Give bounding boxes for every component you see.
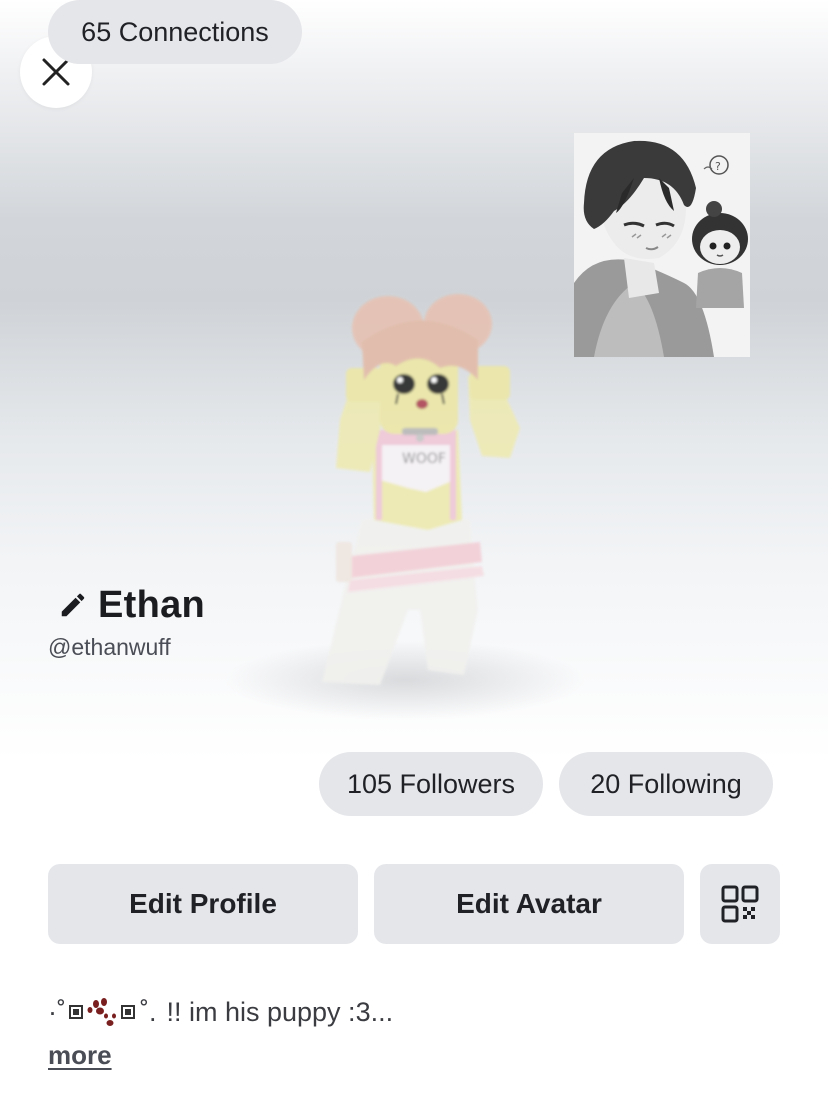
edit-avatar-button[interactable]: Edit Avatar — [374, 864, 684, 944]
bio-decoration-square-icon — [68, 1005, 83, 1019]
pencil-icon[interactable] — [58, 590, 88, 620]
avatar-shirt-text: WOOF — [402, 451, 446, 467]
followers-pill[interactable]: 105 Followers — [319, 752, 543, 816]
following-pill[interactable]: 20 Following — [559, 752, 773, 816]
bio-decoration-square-icon — [120, 1005, 135, 1019]
qr-code-button[interactable] — [700, 864, 780, 944]
profile-showcase-image: ? — [574, 133, 750, 357]
qr-code-icon — [721, 885, 759, 923]
display-name-row[interactable]: Ethan — [58, 580, 205, 630]
bio-text-row: ·˚ ˚. !! im his puppy :3... — [48, 992, 393, 1032]
edit-profile-button[interactable]: Edit Profile — [48, 864, 358, 944]
bio-suffix-decoration: ˚. — [139, 996, 157, 1027]
avatar-figure: WOOF — [322, 294, 520, 685]
bio-text: !! im his puppy :3... — [166, 996, 394, 1027]
more-link[interactable]: more — [48, 1040, 112, 1071]
bio-prefix-decoration: ·˚ — [48, 996, 66, 1027]
username: @ethanwuff — [48, 634, 171, 660]
paw-icon — [87, 998, 116, 1026]
display-name: Ethan — [98, 583, 206, 626]
svg-text:?: ? — [715, 160, 721, 173]
connections-pill[interactable]: 65 Connections — [48, 0, 302, 64]
